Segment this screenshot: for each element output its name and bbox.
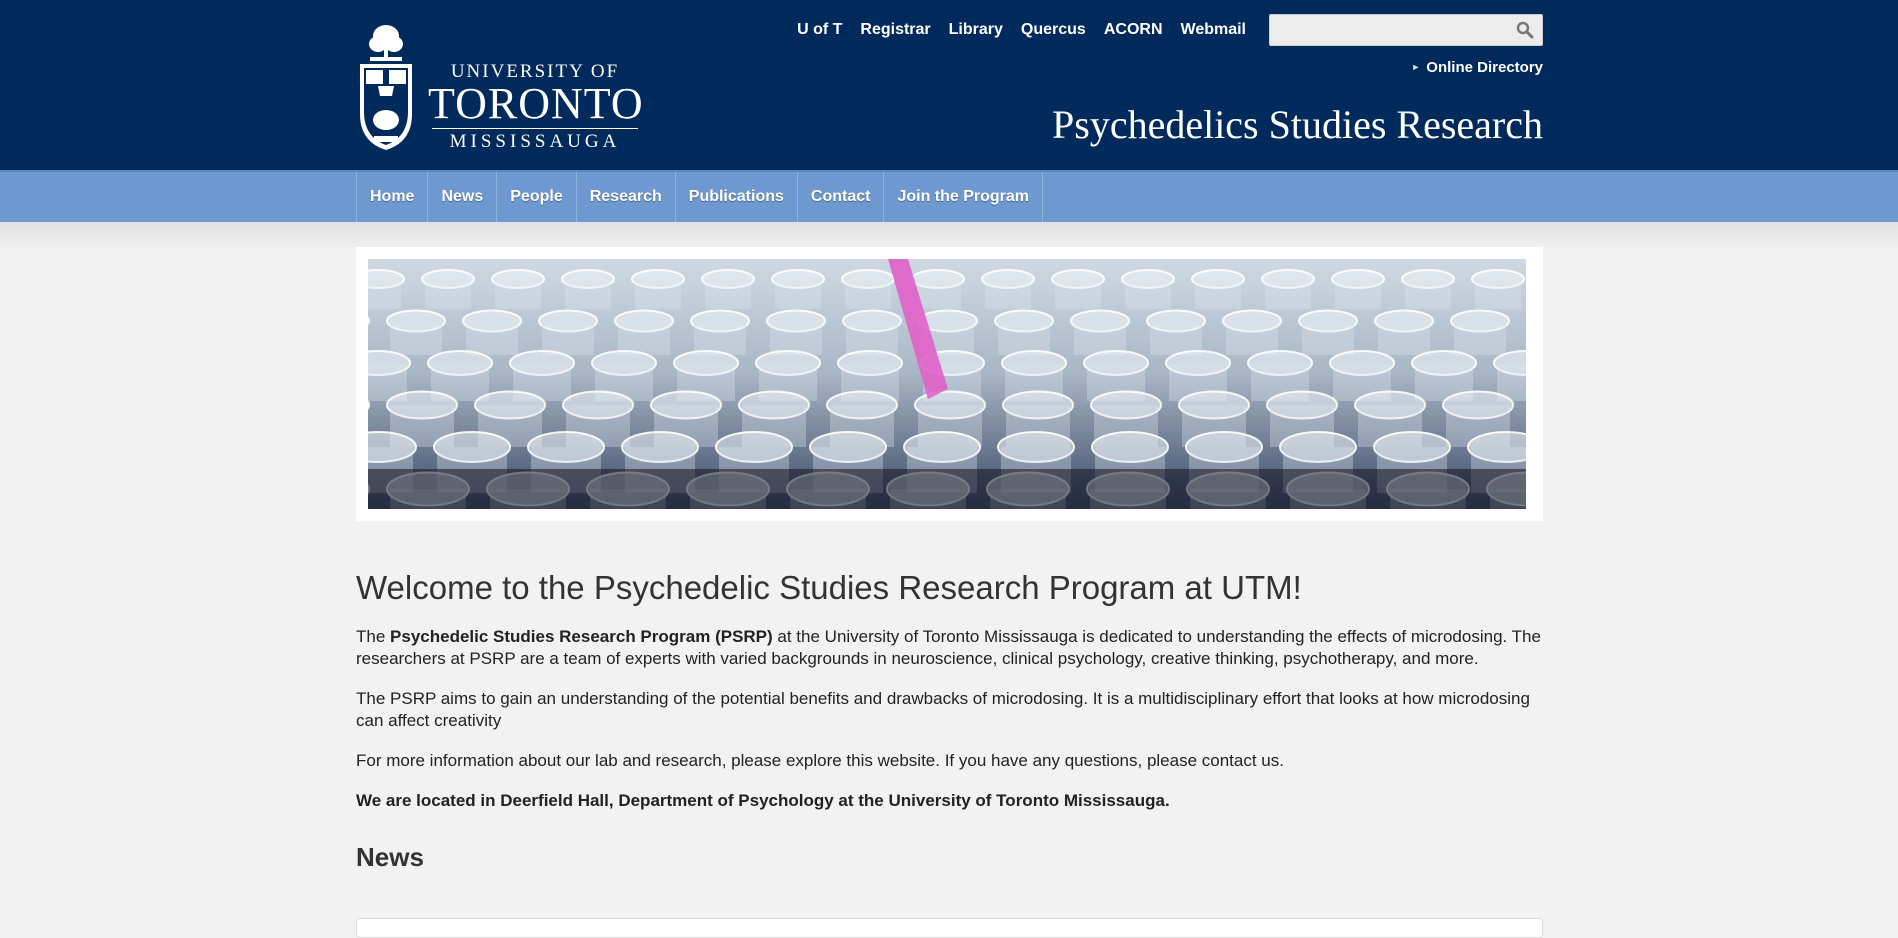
banner-image xyxy=(368,259,1526,509)
logo-line-toronto: TORONTO xyxy=(428,79,644,128)
search-input[interactable] xyxy=(1270,15,1500,45)
link-webmail[interactable]: Webmail xyxy=(1181,20,1247,40)
aims-paragraph: The PSRP aims to gain an understanding o… xyxy=(356,689,1530,730)
online-directory-label: Online Directory xyxy=(1426,59,1543,76)
nav-item-contact[interactable]: Contact xyxy=(798,172,885,222)
link-quercus[interactable]: Quercus xyxy=(1021,20,1086,40)
utm-logo[interactable]: UNIVERSITY OF TORONTO MISSISSAUGA xyxy=(356,24,644,153)
online-directory-link[interactable]: ► Online Directory xyxy=(1411,59,1543,76)
intro-paragraph: The Psychedelic Studies Research Program… xyxy=(356,626,1543,670)
link-library[interactable]: Library xyxy=(949,20,1003,40)
page-heading: Welcome to the Psychedelic Studies Resea… xyxy=(356,569,1302,606)
location-paragraph: We are located in Deerfield Hall, Depart… xyxy=(356,791,1170,810)
logo-wordmark: UNIVERSITY OF TORONTO MISSISSAUGA xyxy=(428,62,644,153)
banner-frame xyxy=(356,247,1543,521)
crest-icon xyxy=(360,25,412,150)
link-uoft[interactable]: U of T xyxy=(797,20,842,40)
nav-item-news[interactable]: News xyxy=(428,172,498,222)
nav-item-publications[interactable]: Publications xyxy=(676,172,798,222)
link-registrar[interactable]: Registrar xyxy=(860,20,930,40)
site-title[interactable]: Psychedelics Studies Research xyxy=(1052,102,1543,148)
main-nav-bar: Home News People Research Publications C… xyxy=(0,170,1898,222)
main-nav: Home News People Research Publications C… xyxy=(356,172,1044,222)
site-header: UNIVERSITY OF TORONTO MISSISSAUGA U of T… xyxy=(0,0,1898,170)
intro-pre: The xyxy=(356,627,391,646)
utility-links: U of T Registrar Library Quercus ACORN W… xyxy=(779,20,1246,40)
triangle-right-icon: ► xyxy=(1411,62,1421,72)
info-paragraph: For more information about our lab and r… xyxy=(356,751,1284,770)
nav-item-home[interactable]: Home xyxy=(357,172,429,222)
nav-item-people[interactable]: People xyxy=(497,172,577,222)
news-heading: News xyxy=(356,842,424,872)
news-panel xyxy=(356,918,1543,938)
search-box xyxy=(1269,14,1543,46)
test-tubes-illustration xyxy=(368,259,1526,509)
nav-item-join[interactable]: Join the Program xyxy=(884,172,1044,222)
intro-program-name: Psychedelic Studies Research Program (PS… xyxy=(390,627,773,646)
link-acorn[interactable]: ACORN xyxy=(1104,20,1163,40)
nav-item-research[interactable]: Research xyxy=(577,172,676,222)
search-icon[interactable] xyxy=(1516,21,1534,39)
logo-line-mississauga: MISSISSAUGA xyxy=(449,131,621,152)
logo-divider xyxy=(432,128,638,129)
main-content: Welcome to the Psychedelic Studies Resea… xyxy=(356,566,1543,872)
